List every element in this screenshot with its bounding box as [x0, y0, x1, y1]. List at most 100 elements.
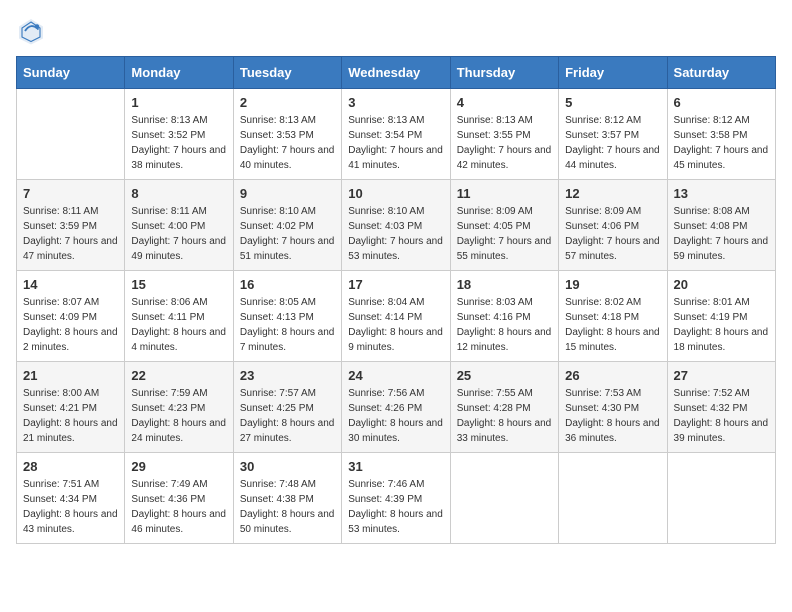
- day-info: Sunrise: 8:07 AMSunset: 4:09 PMDaylight:…: [23, 295, 118, 355]
- day-number: 17: [348, 277, 443, 292]
- weekday-header-monday: Monday: [125, 57, 233, 89]
- day-info: Sunrise: 8:12 AMSunset: 3:57 PMDaylight:…: [565, 113, 660, 173]
- day-info: Sunrise: 8:13 AMSunset: 3:53 PMDaylight:…: [240, 113, 335, 173]
- day-number: 24: [348, 368, 443, 383]
- day-number: 20: [674, 277, 769, 292]
- day-cell: 27 Sunrise: 7:52 AMSunset: 4:32 PMDayligh…: [667, 362, 775, 453]
- day-number: 28: [23, 459, 118, 474]
- day-info: Sunrise: 8:11 AMSunset: 4:00 PMDaylight:…: [131, 204, 226, 264]
- day-number: 12: [565, 186, 660, 201]
- calendar-table: SundayMondayTuesdayWednesdayThursdayFrid…: [16, 56, 776, 544]
- weekday-header-row: SundayMondayTuesdayWednesdayThursdayFrid…: [17, 57, 776, 89]
- day-cell: 22Sunrise: 7:59 AMSunset: 4:23 PMDayligh…: [125, 362, 233, 453]
- day-number: 4: [457, 95, 552, 110]
- day-number: 9: [240, 186, 335, 201]
- day-info: Sunrise: 8:12 AMSunset: 3:58 PMDaylight:…: [674, 113, 769, 173]
- day-info: Sunrise: 8:02 AMSunset: 4:18 PMDaylight:…: [565, 295, 660, 355]
- day-number: 6: [674, 95, 769, 110]
- day-info: Sunrise: 8:04 AMSunset: 4:14 PMDaylight:…: [348, 295, 443, 355]
- logo: [16, 16, 50, 46]
- day-number: 29: [131, 459, 226, 474]
- day-cell: 16 Sunrise: 8:05 AMSunset: 4:13 PMDayligh…: [233, 271, 341, 362]
- day-cell: 3 Sunrise: 8:13 AMSunset: 3:54 PMDaylight…: [342, 89, 450, 180]
- day-info: Sunrise: 8:08 AMSunset: 4:08 PMDaylight:…: [674, 204, 769, 264]
- day-cell: 9 Sunrise: 8:10 AMSunset: 4:02 PMDaylight…: [233, 180, 341, 271]
- day-info: Sunrise: 8:09 AMSunset: 4:06 PMDaylight:…: [565, 204, 660, 264]
- week-row-5: 28 Sunrise: 7:51 AMSunset: 4:34 PMDayligh…: [17, 453, 776, 544]
- day-cell: 14 Sunrise: 8:07 AMSunset: 4:09 PMDayligh…: [17, 271, 125, 362]
- day-info: Sunrise: 7:49 AMSunset: 4:36 PMDaylight:…: [131, 477, 226, 537]
- day-number: 30: [240, 459, 335, 474]
- day-info: Sunrise: 7:46 AMSunset: 4:39 PMDaylight:…: [348, 477, 443, 537]
- day-info: Sunrise: 7:51 AMSunset: 4:34 PMDaylight:…: [23, 477, 118, 537]
- day-cell: 18 Sunrise: 8:03 AMSunset: 4:16 PMDayligh…: [450, 271, 558, 362]
- day-info: Sunrise: 8:06 AMSunset: 4:11 PMDaylight:…: [131, 295, 226, 355]
- weekday-header-saturday: Saturday: [667, 57, 775, 89]
- day-number: 23: [240, 368, 335, 383]
- day-info: Sunrise: 8:10 AMSunset: 4:03 PMDaylight:…: [348, 204, 443, 264]
- day-cell: 31Sunrise: 7:46 AMSunset: 4:39 PMDayligh…: [342, 453, 450, 544]
- day-cell: [450, 453, 558, 544]
- day-number: 15: [131, 277, 226, 292]
- weekday-header-tuesday: Tuesday: [233, 57, 341, 89]
- day-number: 22: [131, 368, 226, 383]
- day-info: Sunrise: 8:00 AMSunset: 4:21 PMDaylight:…: [23, 386, 118, 446]
- day-cell: 4Sunrise: 8:13 AMSunset: 3:55 PMDaylight…: [450, 89, 558, 180]
- logo-icon: [16, 16, 46, 46]
- day-cell: [559, 453, 667, 544]
- day-info: Sunrise: 7:57 AMSunset: 4:25 PMDaylight:…: [240, 386, 335, 446]
- day-cell: 6 Sunrise: 8:12 AMSunset: 3:58 PMDaylight…: [667, 89, 775, 180]
- day-cell: 12 Sunrise: 8:09 AMSunset: 4:06 PMDayligh…: [559, 180, 667, 271]
- day-cell: 13 Sunrise: 8:08 AMSunset: 4:08 PMDayligh…: [667, 180, 775, 271]
- day-number: 3: [348, 95, 443, 110]
- day-cell: 25Sunrise: 7:55 AMSunset: 4:28 PMDayligh…: [450, 362, 558, 453]
- weekday-header-friday: Friday: [559, 57, 667, 89]
- day-cell: 26 Sunrise: 7:53 AMSunset: 4:30 PMDayligh…: [559, 362, 667, 453]
- day-number: 19: [565, 277, 660, 292]
- day-number: 13: [674, 186, 769, 201]
- day-cell: 8Sunrise: 8:11 AMSunset: 4:00 PMDaylight…: [125, 180, 233, 271]
- day-number: 25: [457, 368, 552, 383]
- day-info: Sunrise: 8:10 AMSunset: 4:02 PMDaylight:…: [240, 204, 335, 264]
- day-cell: 24Sunrise: 7:56 AMSunset: 4:26 PMDayligh…: [342, 362, 450, 453]
- day-number: 26: [565, 368, 660, 383]
- day-number: 7: [23, 186, 118, 201]
- day-cell: 30Sunrise: 7:48 AMSunset: 4:38 PMDayligh…: [233, 453, 341, 544]
- day-info: Sunrise: 8:13 AMSunset: 3:52 PMDaylight:…: [131, 113, 226, 173]
- day-cell: 23 Sunrise: 7:57 AMSunset: 4:25 PMDayligh…: [233, 362, 341, 453]
- day-cell: 20Sunrise: 8:01 AMSunset: 4:19 PMDayligh…: [667, 271, 775, 362]
- day-info: Sunrise: 7:53 AMSunset: 4:30 PMDaylight:…: [565, 386, 660, 446]
- day-number: 21: [23, 368, 118, 383]
- day-cell: 28 Sunrise: 7:51 AMSunset: 4:34 PMDayligh…: [17, 453, 125, 544]
- day-number: 1: [131, 95, 226, 110]
- day-cell: 19 Sunrise: 8:02 AMSunset: 4:18 PMDayligh…: [559, 271, 667, 362]
- day-info: Sunrise: 8:11 AMSunset: 3:59 PMDaylight:…: [23, 204, 118, 264]
- day-info: Sunrise: 8:03 AMSunset: 4:16 PMDaylight:…: [457, 295, 552, 355]
- header: [16, 16, 776, 46]
- day-number: 14: [23, 277, 118, 292]
- day-cell: [667, 453, 775, 544]
- day-info: Sunrise: 8:13 AMSunset: 3:54 PMDaylight:…: [348, 113, 443, 173]
- day-number: 10: [348, 186, 443, 201]
- day-cell: 2 Sunrise: 8:13 AMSunset: 3:53 PMDaylight…: [233, 89, 341, 180]
- day-cell: 15 Sunrise: 8:06 AMSunset: 4:11 PMDayligh…: [125, 271, 233, 362]
- day-cell: 11 Sunrise: 8:09 AMSunset: 4:05 PMDayligh…: [450, 180, 558, 271]
- day-number: 5: [565, 95, 660, 110]
- day-number: 11: [457, 186, 552, 201]
- day-cell: 7 Sunrise: 8:11 AMSunset: 3:59 PMDaylight…: [17, 180, 125, 271]
- day-cell: 21 Sunrise: 8:00 AMSunset: 4:21 PMDayligh…: [17, 362, 125, 453]
- day-number: 18: [457, 277, 552, 292]
- day-cell: 17 Sunrise: 8:04 AMSunset: 4:14 PMDayligh…: [342, 271, 450, 362]
- week-row-2: 7 Sunrise: 8:11 AMSunset: 3:59 PMDaylight…: [17, 180, 776, 271]
- day-info: Sunrise: 7:52 AMSunset: 4:32 PMDaylight:…: [674, 386, 769, 446]
- day-number: 27: [674, 368, 769, 383]
- day-cell: 10 Sunrise: 8:10 AMSunset: 4:03 PMDayligh…: [342, 180, 450, 271]
- week-row-4: 21 Sunrise: 8:00 AMSunset: 4:21 PMDayligh…: [17, 362, 776, 453]
- day-info: Sunrise: 8:09 AMSunset: 4:05 PMDaylight:…: [457, 204, 552, 264]
- day-info: Sunrise: 8:05 AMSunset: 4:13 PMDaylight:…: [240, 295, 335, 355]
- day-number: 16: [240, 277, 335, 292]
- day-number: 2: [240, 95, 335, 110]
- week-row-1: 1 Sunrise: 8:13 AMSunset: 3:52 PMDaylight…: [17, 89, 776, 180]
- weekday-header-thursday: Thursday: [450, 57, 558, 89]
- day-cell: 29 Sunrise: 7:49 AMSunset: 4:36 PMDayligh…: [125, 453, 233, 544]
